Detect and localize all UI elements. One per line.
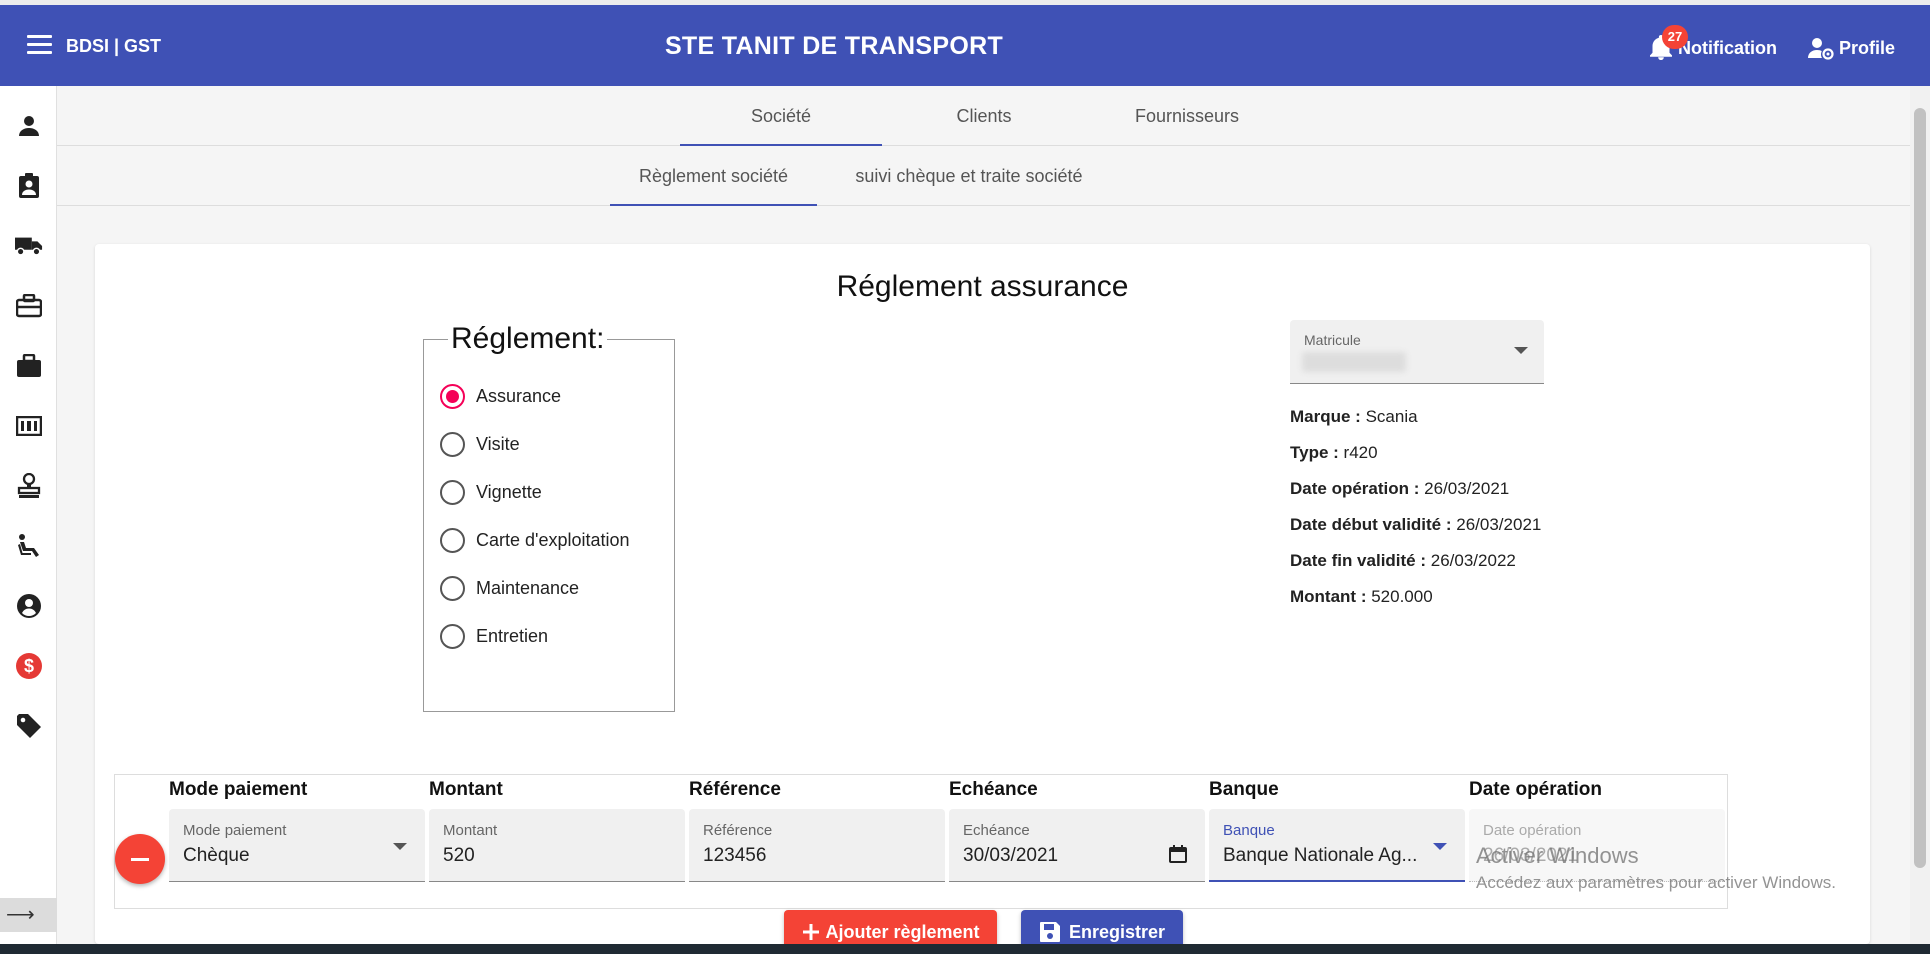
truck-icon[interactable] xyxy=(15,232,43,260)
field-value: 520 xyxy=(443,845,475,866)
seat-icon[interactable] xyxy=(15,532,43,560)
radio-unchecked-icon[interactable] xyxy=(440,575,465,601)
svg-text:$: $ xyxy=(24,656,34,676)
info-montant: Montant : 520.000 xyxy=(1290,587,1433,606)
save-button-label: Enregistrer xyxy=(1068,921,1166,942)
profile-button[interactable]: Profile xyxy=(1808,36,1895,60)
info-marque: Marque : Scania xyxy=(1290,407,1418,426)
banque-select[interactable]: Banque Banque Nationale Ag... xyxy=(1209,809,1465,882)
tag-icon[interactable] xyxy=(15,712,43,740)
sub-tabs: Règlement société suivi chèque et traite… xyxy=(57,146,1910,206)
app-bar: BDSI | GST STE TANIT DE TRANSPORT 27 Not… xyxy=(0,5,1930,86)
windows-activation-watermark: Activer Windows xyxy=(1476,843,1639,868)
field-label: Echéance xyxy=(963,822,1030,839)
matricule-value-blurred xyxy=(1302,352,1406,372)
radio-label: Carte d'exploitation xyxy=(476,529,630,550)
plus-icon xyxy=(803,924,820,940)
floppy-disk-icon xyxy=(1039,922,1060,942)
remove-row-button[interactable] xyxy=(115,834,165,884)
field-value: Banque Nationale Ag... xyxy=(1223,845,1418,866)
radio-unchecked-icon[interactable] xyxy=(440,527,465,553)
header-banque: Banque xyxy=(1209,779,1279,800)
briefcase-icon[interactable] xyxy=(15,352,43,380)
sidebar-collapse-button[interactable]: ⟶ xyxy=(0,898,57,932)
radio-maintenance[interactable]: Maintenance xyxy=(440,564,658,612)
os-taskbar xyxy=(0,944,1930,954)
tab-societe[interactable]: Société xyxy=(680,86,882,146)
echeance-date-input[interactable]: Echéance 30/03/2021 xyxy=(949,809,1205,882)
radio-entretien[interactable]: Entretien xyxy=(440,612,658,660)
notification-button[interactable]: 27 Notification xyxy=(1650,25,1777,61)
field-label: Date opération xyxy=(1483,822,1582,839)
montant-input[interactable]: Montant 520 xyxy=(429,809,685,882)
sidebar: $ ⟶ xyxy=(0,86,57,954)
dropdown-arrow-icon xyxy=(393,843,407,850)
card-title: Réglement assurance xyxy=(836,270,1129,303)
field-label: Mode paiement xyxy=(183,822,287,839)
pallet-icon[interactable] xyxy=(15,412,43,440)
reference-input[interactable]: Référence 123456 xyxy=(689,809,945,882)
info-date-debut: Date début validité : 26/03/2021 xyxy=(1290,515,1542,534)
main-tabs: Société Clients Fournisseurs xyxy=(57,86,1910,146)
tab-suivi-cheque[interactable]: suivi chèque et traite société xyxy=(819,146,1119,206)
radio-vignette[interactable]: Vignette xyxy=(440,468,658,516)
notification-label: Notification xyxy=(1678,37,1777,58)
calendar-icon[interactable] xyxy=(1169,845,1187,863)
field-label: Référence xyxy=(703,822,773,839)
radio-label: Entretien xyxy=(476,625,549,646)
radio-checked-icon[interactable] xyxy=(440,383,465,409)
dollar-icon[interactable]: $ xyxy=(15,652,43,680)
toolbox-icon[interactable] xyxy=(15,292,43,320)
field-value: 30/03/2021 xyxy=(963,845,1059,866)
matricule-label: Matricule xyxy=(1304,332,1361,348)
add-button-label: Ajouter règlement xyxy=(825,921,980,942)
user-settings-icon xyxy=(1808,38,1834,60)
radio-label: Vignette xyxy=(476,481,542,502)
radio-label: Maintenance xyxy=(476,577,580,598)
radio-visite[interactable]: Visite xyxy=(440,420,658,468)
tab-fournisseurs[interactable]: Fournisseurs xyxy=(1086,86,1288,146)
dropdown-arrow-icon xyxy=(1514,347,1528,354)
reglement-legend: Réglement: xyxy=(451,322,605,355)
profile-label: Profile xyxy=(1839,37,1896,58)
info-date-operation: Date opération : 26/03/2021 xyxy=(1290,479,1510,498)
radio-unchecked-icon[interactable] xyxy=(440,479,465,505)
tab-clients[interactable]: Clients xyxy=(884,86,1084,146)
radio-assurance[interactable]: Assurance xyxy=(440,372,658,420)
reglement-type-group: Réglement: Assurance Visite Vignette Car… xyxy=(423,322,675,712)
scrollbar-thumb[interactable] xyxy=(1914,108,1926,868)
main-content: Société Clients Fournisseurs Règlement s… xyxy=(57,86,1910,944)
bell-icon: 27 xyxy=(1650,25,1688,61)
header-echeance: Echéance xyxy=(949,779,1038,800)
account-circle-icon[interactable] xyxy=(15,592,43,620)
field-value: 123456 xyxy=(703,845,767,866)
header-mode-paiement: Mode paiement xyxy=(169,779,308,800)
radio-label: Visite xyxy=(476,433,520,454)
header-reference: Référence xyxy=(689,779,781,800)
windows-activation-hint: Accédez aux paramètres pour activer Wind… xyxy=(1476,873,1836,892)
radio-label: Assurance xyxy=(476,385,562,406)
mode-paiement-select[interactable]: Mode paiement Chèque xyxy=(169,809,425,882)
radio-unchecked-icon[interactable] xyxy=(440,431,465,457)
tab-reglement-societe[interactable]: Règlement société xyxy=(610,146,817,206)
field-label: Montant xyxy=(443,822,498,839)
radio-unchecked-icon[interactable] xyxy=(440,623,465,649)
header-montant: Montant xyxy=(429,779,503,800)
stamp-icon[interactable] xyxy=(15,472,43,500)
dropdown-arrow-icon xyxy=(1433,843,1447,850)
field-label: Banque xyxy=(1223,822,1275,839)
assignment-ind-icon[interactable] xyxy=(15,172,43,200)
header-date-operation: Date opération xyxy=(1469,779,1603,800)
company-title: STE TANIT DE TRANSPORT xyxy=(664,32,1004,60)
info-type: Type : r420 xyxy=(1290,443,1378,462)
info-date-fin: Date fin validité : 26/03/2022 xyxy=(1290,551,1516,570)
person-icon[interactable] xyxy=(15,112,43,140)
matricule-select[interactable]: Matricule xyxy=(1290,320,1544,384)
field-value: Chèque xyxy=(183,845,250,866)
radio-carte-exploitation[interactable]: Carte d'exploitation xyxy=(440,516,658,564)
vertical-scrollbar[interactable] xyxy=(1910,86,1930,944)
reglement-card: Réglement assurance Réglement: Assurance… xyxy=(95,244,1870,944)
notification-count-badge: 27 xyxy=(1662,25,1688,49)
